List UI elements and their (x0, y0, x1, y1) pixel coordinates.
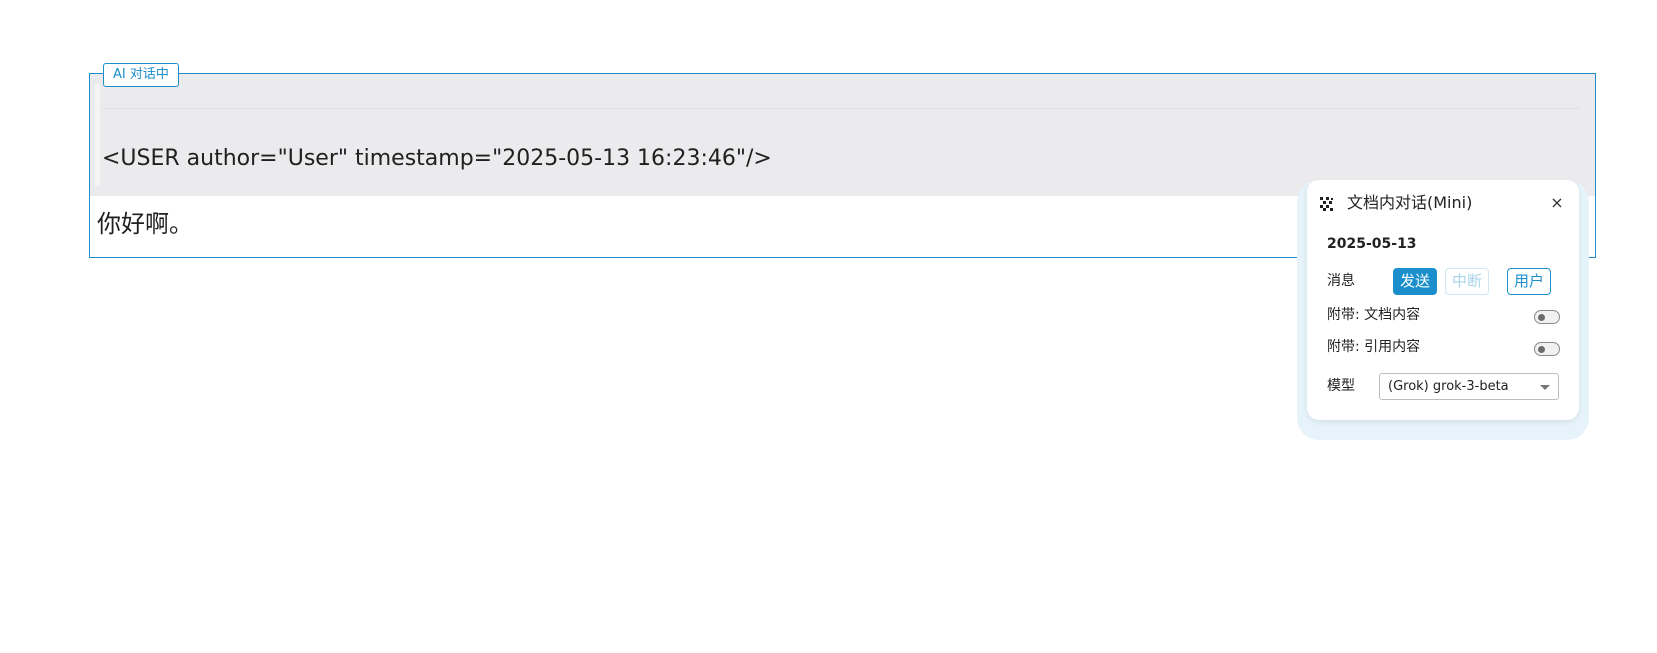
close-button[interactable]: × (1547, 192, 1567, 214)
attach-quote-label: 附带: 引用内容 (1327, 339, 1421, 355)
chevron-down-icon (1540, 385, 1550, 390)
model-select[interactable]: (Grok) grok-3-beta (1379, 373, 1559, 400)
toggle-knob (1538, 345, 1545, 353)
user-metadata-line: <USER author="User" timestamp="2025-05-1… (102, 146, 772, 171)
panel-date: 2025-05-13 (1327, 236, 1417, 252)
model-select-value: (Grok) grok-3-beta (1388, 379, 1509, 394)
model-label: 模型 (1327, 378, 1355, 394)
attach-doc-label: 附带: 文档内容 (1327, 307, 1421, 323)
message-text[interactable]: 你好啊。 (97, 208, 193, 240)
mini-chat-panel: 文档内对话(Mini) × 2025-05-13 消息 发送 中断 用户 附带:… (1307, 180, 1579, 420)
quote-left-bar (95, 84, 100, 186)
send-button[interactable]: 发送 (1393, 268, 1438, 295)
panel-header: 文档内对话(Mini) × (1319, 192, 1567, 214)
ai-conversation-tag: AI 对话中 (103, 63, 179, 87)
toggle-knob (1538, 313, 1545, 321)
attach-quote-toggle[interactable] (1534, 342, 1560, 356)
quote-divider (102, 108, 1581, 109)
panel-title: 文档内对话(Mini) (1347, 193, 1473, 212)
quote-area: <USER author="User" timestamp="2025-05-1… (90, 74, 1595, 196)
message-label: 消息 (1327, 273, 1355, 289)
chat-dots-icon (1320, 197, 1333, 211)
attach-doc-toggle[interactable] (1534, 310, 1560, 324)
stop-button[interactable]: 中断 (1445, 268, 1490, 295)
user-button[interactable]: 用户 (1507, 268, 1552, 295)
